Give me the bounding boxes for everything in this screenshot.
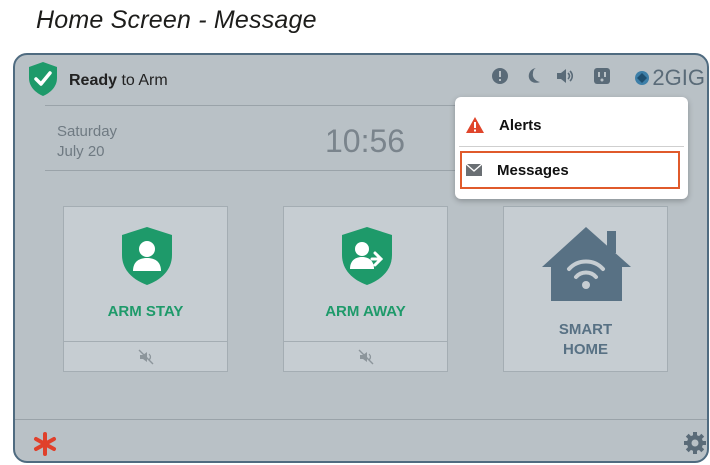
panel-screen: Ready to Arm 2GIG Saturday July 20 10:56 [13, 53, 709, 463]
speaker-icon[interactable] [555, 67, 575, 85]
date-day: Saturday [57, 123, 118, 140]
brand-logo: 2GIG [634, 65, 705, 91]
notification-menu: Alerts Messages [455, 97, 688, 199]
smart-home-icon [542, 227, 631, 301]
menu-divider [459, 146, 684, 147]
mute-icon[interactable] [358, 349, 374, 365]
arm-stay-button[interactable]: ARM STAY [63, 206, 228, 372]
emergency-asterisk-icon[interactable] [33, 432, 57, 456]
alert-circle-icon[interactable] [491, 67, 509, 85]
moon-icon[interactable] [525, 67, 541, 85]
arm-stay-shield-icon [122, 227, 172, 285]
brand-mark-icon [635, 71, 650, 85]
arm-away-label: ARM AWAY [325, 303, 406, 320]
arm-away-button[interactable]: ARM AWAY [283, 206, 448, 372]
document-title: Home Screen - Message [36, 6, 317, 34]
tile-divider [284, 341, 447, 342]
arm-status-text: Ready to Arm [69, 72, 168, 89]
outlet-icon[interactable] [593, 67, 611, 85]
menu-alerts-label: Alerts [499, 116, 542, 134]
clock: 10:56 [325, 123, 406, 159]
messages-highlight-box [460, 151, 680, 189]
arm-away-shield-icon [342, 227, 392, 285]
bottom-divider [15, 419, 707, 420]
gear-icon[interactable] [683, 431, 707, 455]
smart-home-label-1: SMART [558, 321, 613, 338]
warning-icon [466, 117, 484, 133]
arm-stay-label: ARM STAY [107, 303, 184, 320]
tile-divider [64, 341, 227, 342]
mute-icon[interactable] [138, 349, 154, 365]
shield-check-icon[interactable] [27, 61, 59, 97]
menu-item-alerts[interactable]: Alerts [455, 105, 688, 145]
smart-home-button[interactable]: SMART HOME [503, 206, 668, 372]
date-date: July 20 [57, 143, 105, 160]
smart-home-label-2: HOME [563, 341, 608, 358]
